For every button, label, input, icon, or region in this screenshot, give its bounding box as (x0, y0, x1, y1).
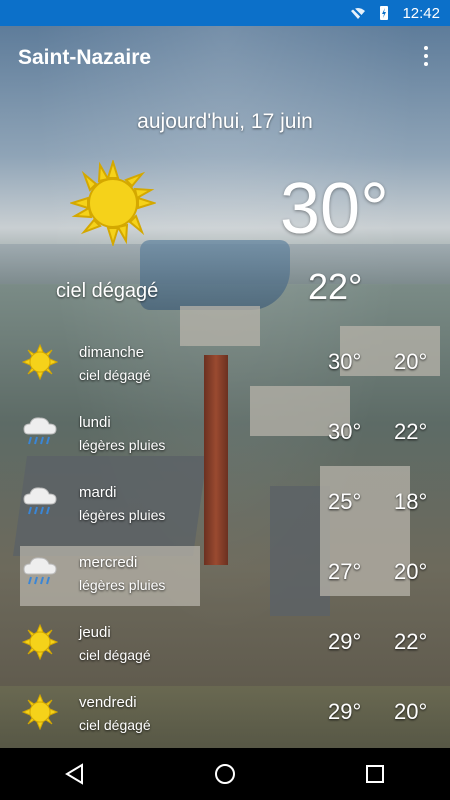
forecast-row[interactable]: dimanche ciel dégagé 30° 20° (0, 336, 450, 406)
forecast-day: lundi (79, 414, 111, 431)
forecast-high: 29° (328, 699, 362, 724)
wifi-icon (351, 7, 366, 19)
current-max-temp: 30° (280, 169, 389, 249)
home-icon[interactable] (205, 754, 245, 794)
forecast-row[interactable]: mercredi légères pluies 27° 20° (0, 546, 450, 616)
forecast-condition: ciel dégagé (79, 367, 151, 383)
forecast-row[interactable]: lundi légères pluies 30° 22° (0, 406, 450, 476)
forecast-condition: ciel dégagé (79, 647, 151, 663)
recents-icon[interactable] (355, 754, 395, 794)
current-condition: ciel dégagé (56, 280, 159, 302)
rain-cloud-icon (23, 557, 57, 585)
sun-icon (22, 344, 58, 380)
forecast-list: dimanche ciel dégagé 30° 20° lundi légèr… (0, 336, 450, 756)
sun-icon (70, 160, 156, 246)
forecast-row[interactable]: vendredi ciel dégagé 29° 20° (0, 686, 450, 756)
forecast-day: mercredi (79, 554, 138, 571)
city-title: Saint-Nazaire (18, 46, 152, 69)
forecast-low: 20° (394, 349, 428, 374)
rain-cloud-icon (23, 487, 57, 515)
sun-icon (22, 624, 58, 660)
forecast-low: 22° (394, 419, 428, 444)
rain-cloud-icon (23, 417, 57, 445)
forecast-condition: ciel dégagé (79, 717, 151, 733)
forecast-low: 20° (394, 699, 428, 724)
forecast-high: 25° (328, 489, 362, 514)
sun-icon (22, 694, 58, 730)
more-vert-icon[interactable] (414, 44, 438, 68)
forecast-row[interactable]: jeudi ciel dégagé 29° 22° (0, 616, 450, 686)
forecast-low: 20° (394, 559, 428, 584)
navigation-bar (0, 748, 450, 800)
forecast-high: 27° (328, 559, 362, 584)
forecast-high: 30° (328, 349, 362, 374)
today-date: aujourd'hui, 17 juin (137, 110, 313, 133)
forecast-high: 30° (328, 419, 362, 444)
status-bar: 12:42 (0, 0, 450, 26)
clock: 12:42 (402, 4, 440, 22)
current-min-temp: 22° (308, 266, 363, 307)
forecast-day: mardi (79, 484, 117, 501)
forecast-condition: légères pluies (79, 437, 166, 453)
forecast-low: 18° (394, 489, 428, 514)
forecast-day: vendredi (79, 694, 137, 711)
forecast-high: 29° (328, 629, 362, 654)
forecast-row[interactable]: mardi légères pluies 25° 18° (0, 476, 450, 546)
forecast-low: 22° (394, 629, 428, 654)
back-icon[interactable] (55, 754, 95, 794)
forecast-day: jeudi (79, 624, 111, 641)
forecast-condition: légères pluies (79, 577, 166, 593)
forecast-day: dimanche (79, 344, 145, 361)
forecast-condition: légères pluies (79, 507, 166, 523)
battery-charging-icon (380, 6, 389, 20)
